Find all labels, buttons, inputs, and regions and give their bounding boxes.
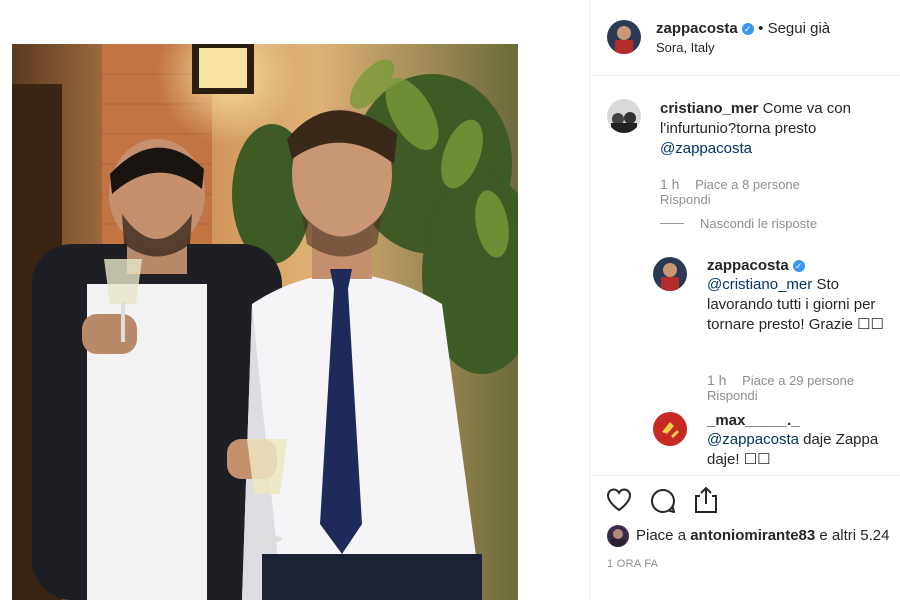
verified-icon: ✓: [792, 260, 805, 272]
reply-avatar[interactable]: [653, 412, 687, 446]
comment-age: 1 h: [660, 176, 680, 192]
hide-replies-button[interactable]: Nascondi le risposte: [660, 216, 817, 231]
reply-mention[interactable]: @zappacosta: [707, 431, 799, 448]
follow-status[interactable]: • Segui già: [758, 20, 830, 37]
likes-user[interactable]: antoniomirante83: [690, 527, 815, 544]
commenter-avatar[interactable]: [607, 99, 641, 133]
reply-avatar[interactable]: [653, 257, 687, 291]
post-location[interactable]: Sora, Italy: [656, 40, 715, 55]
reply: _max_____._ @zappacosta daje Zappa daje!…: [707, 412, 887, 470]
liker-avatar[interactable]: [607, 525, 629, 547]
reply-username[interactable]: _max_____._: [707, 412, 800, 429]
post-photo[interactable]: [12, 44, 518, 600]
reply-likes[interactable]: Piace a 29 persone: [742, 373, 854, 388]
comment-reply-button[interactable]: Rispondi: [660, 192, 711, 207]
comment-username[interactable]: cristiano_mer: [660, 100, 758, 117]
reply-username[interactable]: zappacosta: [707, 257, 789, 274]
reply-emoji: ☐☐: [743, 451, 771, 468]
post-time: 1 ORA FA: [607, 558, 659, 570]
likes-prefix: Piace a: [636, 527, 691, 544]
heart-icon[interactable]: [606, 488, 632, 517]
comment: cristiano_mer Come va con l'infurtunio?t…: [660, 99, 885, 159]
likes-summary[interactable]: Piace a antoniomirante83 e altri 5.24: [636, 527, 889, 544]
photo-image: [12, 44, 518, 600]
post-details-panel: zappacosta ✓ • Segui già Sora, Italy cris…: [589, 0, 900, 600]
reply-emoji: ☐☐: [857, 316, 884, 333]
comment-likes[interactable]: Piace a 8 persone: [695, 177, 800, 192]
post-header: zappacosta ✓ • Segui già Sora, Italy: [590, 0, 900, 76]
verified-icon: ✓: [741, 23, 754, 35]
author-avatar[interactable]: [607, 20, 641, 54]
reply-mention[interactable]: @cristiano_mer: [707, 276, 812, 293]
hide-replies-label: Nascondi le risposte: [700, 216, 818, 231]
comment-icon[interactable]: [650, 488, 676, 519]
share-icon[interactable]: [694, 486, 718, 519]
likes-suffix: e altri 5.24: [815, 527, 890, 544]
comment-mention[interactable]: @zappacosta: [660, 140, 752, 157]
reply-age: 1 h: [707, 372, 727, 388]
reply-reply-button[interactable]: Rispondi: [707, 388, 758, 403]
actions-divider: [590, 475, 900, 476]
hide-replies-line: [660, 223, 684, 224]
reply: zappacosta ✓ @cristiano_mer Sto lavorando…: [707, 257, 887, 335]
author-username[interactable]: zappacosta: [656, 20, 738, 37]
